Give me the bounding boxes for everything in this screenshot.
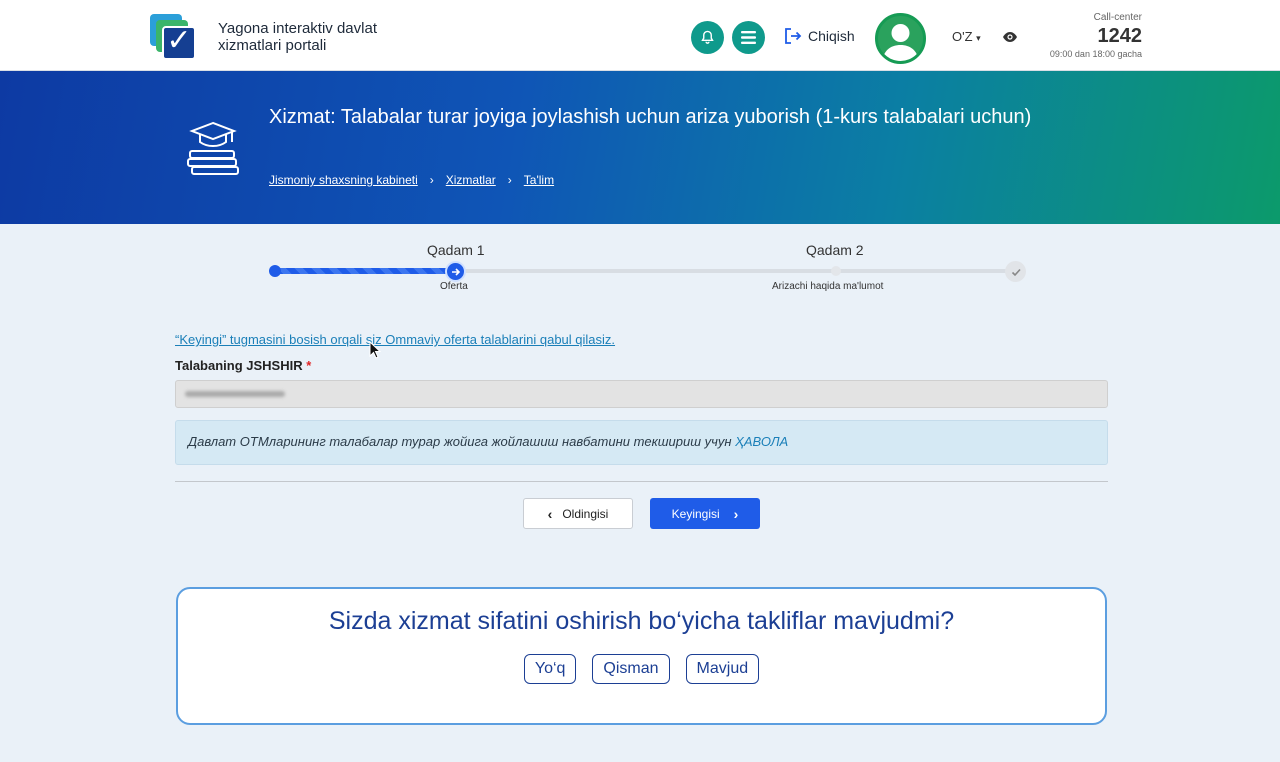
- chevron-left-icon: ‹: [547, 505, 553, 522]
- logout-label: Chiqish: [808, 28, 855, 44]
- required-mark: *: [306, 358, 312, 373]
- stepper-start-dot: [269, 265, 281, 277]
- jshshir-label-text: Talabaning JSHSHIR: [175, 358, 303, 373]
- menu-hamburger-icon[interactable]: [732, 21, 765, 54]
- stepper-progress: [275, 268, 455, 274]
- call-center-number[interactable]: 1242: [1098, 25, 1143, 48]
- top-header: ✓ Yagona interaktiv davlat xizmatlari po…: [0, 0, 1280, 71]
- public-offer-link[interactable]: “Keyingi” tugmasini bosish orqali siz Om…: [175, 332, 615, 347]
- feedback-question: Sizda xizmat sifatini oshirish bo‘yicha …: [328, 607, 955, 635]
- jshshir-label: Talabaning JSHSHIR *: [175, 358, 311, 373]
- logout-icon: [785, 28, 802, 44]
- jshshir-blurred-value: [185, 391, 285, 397]
- education-graduation-cap-icon: [187, 121, 239, 175]
- next-button-label: Keyingisi: [671, 506, 720, 521]
- notifications-bell-icon[interactable]: [691, 21, 724, 54]
- feedback-card: Sizda xizmat sifatini oshirish bo‘yicha …: [176, 587, 1107, 725]
- step-2-dot[interactable]: [831, 266, 841, 276]
- breadcrumb-education[interactable]: Ta'lim: [524, 173, 554, 187]
- eye-icon[interactable]: [1002, 30, 1018, 44]
- queue-info-box: Давлат ОТМларининг талабалар турар жойиг…: [175, 420, 1108, 465]
- call-center-hours: 09:00 dan 18:00 gacha: [1049, 49, 1142, 59]
- jshshir-input[interactable]: [175, 380, 1108, 408]
- language-label: O'Z: [952, 29, 973, 44]
- breadcrumb-services[interactable]: Xizmatlar: [446, 173, 496, 187]
- next-button[interactable]: Keyingisi ›: [650, 498, 760, 529]
- portal-name[interactable]: Yagona interaktiv davlat xizmatlari port…: [218, 20, 418, 54]
- step-1-arrow-icon[interactable]: [445, 261, 466, 282]
- previous-button[interactable]: ‹ Oldingisi: [523, 498, 633, 529]
- service-title: Xizmat: Talabalar turar joyiga joylashis…: [269, 106, 1032, 128]
- info-link[interactable]: ҲАВОЛА: [735, 434, 788, 449]
- language-selector[interactable]: O'Z ▾: [952, 29, 981, 44]
- feedback-options: Yo‘q Qisman Mavjud: [178, 654, 1105, 684]
- previous-button-label: Oldingisi: [562, 506, 609, 521]
- step-2-label: Qadam 2: [806, 242, 864, 258]
- chevron-right-icon: ›: [733, 505, 739, 522]
- logout-button[interactable]: Chiqish: [784, 27, 855, 45]
- call-center-label: Call-center: [1093, 12, 1142, 23]
- breadcrumb-cabinet[interactable]: Jismoniy shaxsning kabineti: [269, 173, 418, 187]
- step-2-sublabel: Arizachi haqida ma'lumot: [772, 281, 884, 292]
- caret-down-icon: ▾: [976, 33, 981, 43]
- step-1-label: Qadam 1: [427, 242, 485, 258]
- feedback-yes-button[interactable]: Mavjud: [685, 654, 760, 684]
- breadcrumb: Jismoniy shaxsning kabineti › Xizmatlar …: [269, 173, 554, 187]
- chevron-right-icon: ›: [507, 173, 512, 187]
- step-finish-check-icon: [1005, 261, 1026, 282]
- chevron-right-icon: ›: [429, 173, 434, 187]
- portal-logo-icon[interactable]: ✓: [150, 14, 198, 62]
- feedback-no-button[interactable]: Yo‘q: [523, 654, 577, 684]
- info-text: Давлат ОТМларининг талабалар турар жойиг…: [188, 434, 732, 449]
- divider: [175, 481, 1108, 482]
- feedback-partial-button[interactable]: Qisman: [592, 654, 670, 684]
- user-avatar[interactable]: [875, 13, 926, 64]
- service-banner: Xizmat: Talabalar turar joyiga joylashis…: [0, 71, 1280, 224]
- step-1-sublabel: Oferta: [440, 281, 468, 292]
- mouse-cursor-icon: [369, 341, 381, 359]
